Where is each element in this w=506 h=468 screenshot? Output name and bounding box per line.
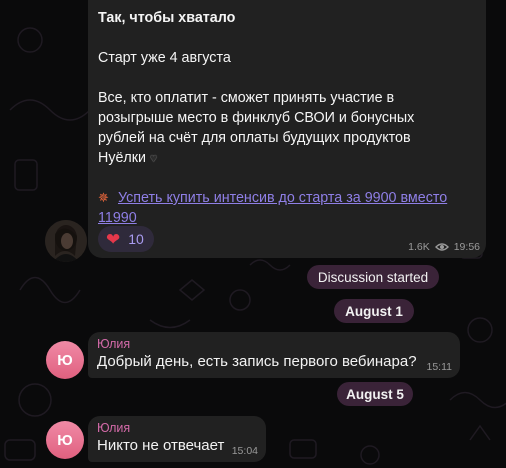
heart-reaction-button[interactable]: ❤ 10 xyxy=(98,226,154,252)
channel-avatar[interactable] xyxy=(45,220,87,262)
black-heart-icon: ♥ xyxy=(150,151,158,165)
channel-avatar-image xyxy=(45,220,87,262)
reaction-count: 10 xyxy=(128,231,144,247)
avatar-letter: Ю xyxy=(57,431,73,449)
post-body-line: Все, кто оплатит - сможет принять участи… xyxy=(98,90,395,106)
date-text: August 5 xyxy=(346,386,404,402)
post-body-line: рублей на счёт для оплаты будущих продук… xyxy=(98,130,411,146)
post-title: Так, чтобы хватало xyxy=(98,10,236,26)
message-text: Добрый день, есть запись первого вебинар… xyxy=(97,353,417,370)
view-count: 1.6K xyxy=(408,241,430,253)
post-body-line-last: Нуёлки ♥ xyxy=(98,148,474,168)
message-bubble[interactable]: Юлия Никто не отвечает 15:04 xyxy=(88,416,266,462)
message-time: 15:04 xyxy=(231,445,258,457)
discussion-started-text: Discussion started xyxy=(317,269,429,285)
post-start-line: Старт уже 4 августа xyxy=(98,50,231,66)
post-body-text: Нуёлки xyxy=(98,150,147,166)
date-pill: August 5 xyxy=(337,382,413,406)
discussion-started-pill: Discussion started xyxy=(307,265,439,289)
date-text: August 1 xyxy=(345,303,403,319)
chat-view[interactable]: Так, чтобы хватало Старт уже 4 августа В… xyxy=(0,0,506,468)
message-bubble[interactable]: Юлия Добрый день, есть запись первого ве… xyxy=(88,332,460,378)
sender-name[interactable]: Юлия xyxy=(97,421,256,436)
sender-name[interactable]: Юлия xyxy=(97,337,450,352)
user-avatar[interactable]: Ю xyxy=(46,341,84,379)
date-pill: August 1 xyxy=(334,299,414,323)
red-heart-icon: ❤ xyxy=(106,229,121,249)
post-link-continued[interactable]: 11990 xyxy=(98,208,474,228)
message-time: 15:11 xyxy=(426,361,453,373)
post-link[interactable]: ✵ Успеть купить интенсив до старта за 99… xyxy=(98,188,474,208)
post-meta: 1.6K 19:56 xyxy=(408,241,480,253)
eye-icon xyxy=(434,243,449,251)
channel-post-bubble: Так, чтобы хватало Старт уже 4 августа В… xyxy=(88,0,486,258)
post-body-line: розыгрыше место в финклуб СВОИ и бонусны… xyxy=(98,110,415,126)
post-time: 19:56 xyxy=(453,241,480,253)
user-avatar[interactable]: Ю xyxy=(46,421,84,459)
post-link-text-2[interactable]: 11990 xyxy=(98,210,137,226)
collision-icon: ✵ xyxy=(98,190,109,205)
post-link-text[interactable]: Успеть купить интенсив до старта за 9900… xyxy=(118,190,447,206)
avatar-letter: Ю xyxy=(57,351,73,369)
